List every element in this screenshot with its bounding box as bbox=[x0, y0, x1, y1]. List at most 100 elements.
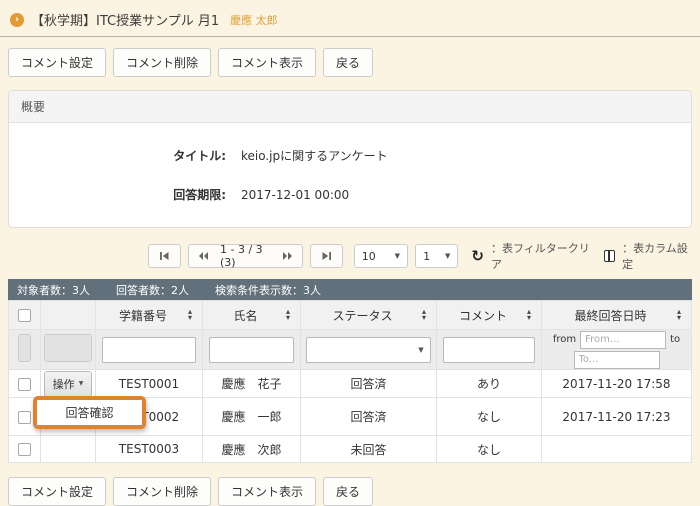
menu-item-answer-check[interactable]: 回答確認 bbox=[37, 400, 142, 425]
survey-title-row: タイトル: keio.jpに関するアンケート bbox=[9, 147, 691, 164]
student-id-filter-input[interactable] bbox=[102, 337, 195, 363]
date-to-input[interactable] bbox=[574, 351, 660, 369]
chevron-circle-icon: › bbox=[10, 13, 24, 27]
page-step-group: 1 - 3 / 3 (3) bbox=[188, 244, 303, 268]
overview-panel-body: タイトル: keio.jpに関するアンケート 回答期限: 2017-12-01 … bbox=[9, 123, 691, 227]
comment-delete-button[interactable]: コメント削除 bbox=[113, 477, 211, 506]
status-cell: 回答済 bbox=[301, 398, 437, 436]
filter-checkbox-cell bbox=[9, 330, 41, 370]
name-cell: 慶應 一郎 bbox=[203, 398, 301, 436]
filter-comment-cell bbox=[437, 330, 542, 370]
back-button[interactable]: 戻る bbox=[323, 477, 373, 506]
table-row: TEST0003 慶應 次郎 未回答 なし bbox=[9, 436, 692, 463]
row-checkbox[interactable] bbox=[18, 443, 31, 456]
student-id-cell: TEST0001 bbox=[96, 370, 203, 398]
pagination-bar: 1 - 3 / 3 (3) 10 ▼ 1 ▼ ↻ ：表フィルタークリア ：表カラ… bbox=[148, 240, 692, 272]
comment-cell: あり bbox=[437, 370, 542, 398]
overview-panel: 概要 タイトル: keio.jpに関するアンケート 回答期限: 2017-12-… bbox=[8, 90, 692, 228]
last-response-cell bbox=[542, 436, 692, 463]
status-header[interactable]: ステータス bbox=[301, 301, 437, 330]
comment-set-button[interactable]: コメント設定 bbox=[8, 477, 106, 506]
sort-icon[interactable] bbox=[188, 309, 192, 321]
first-page-button[interactable] bbox=[148, 244, 181, 268]
filter-stub bbox=[18, 334, 31, 362]
filter-student-id-cell bbox=[96, 330, 203, 370]
row-action-button[interactable]: 操作▼ bbox=[44, 371, 93, 397]
back-button[interactable]: 戻る bbox=[323, 48, 373, 77]
last-response-header[interactable]: 最終回答日時 bbox=[542, 301, 692, 330]
survey-deadline-row: 回答期限: 2017-12-01 00:00 bbox=[9, 186, 691, 203]
chevron-down-icon: ▼ bbox=[395, 252, 400, 260]
filter-stub bbox=[44, 334, 92, 362]
respondent-count: 回答者数：2人 bbox=[116, 282, 189, 298]
page-header: › 【秋学期】ITC授業サンプル 月1 慶應 太郎 bbox=[0, 0, 700, 36]
page-title: 【秋学期】ITC授業サンプル 月1 bbox=[31, 10, 219, 29]
student-id-header[interactable]: 学籍番号 bbox=[96, 301, 203, 330]
row-checkbox[interactable] bbox=[18, 378, 31, 391]
summary-bar: 対象者数：3人 回答者数：2人 検索条件表示数：3人 bbox=[8, 279, 692, 300]
sort-icon[interactable] bbox=[286, 309, 290, 321]
chevron-down-icon: ▼ bbox=[418, 346, 423, 354]
comment-header[interactable]: コメント bbox=[437, 301, 542, 330]
page-size-select[interactable]: 10 ▼ bbox=[354, 244, 408, 268]
name-header[interactable]: 氏名 bbox=[203, 301, 301, 330]
instructor-name: 慶應 太郎 bbox=[230, 12, 278, 28]
filter-status-cell: ▼ bbox=[301, 330, 437, 370]
filter-action-cell bbox=[41, 330, 96, 370]
filter-clear-icon[interactable]: ↻ bbox=[471, 249, 484, 264]
column-config-label: ：表カラム設定 bbox=[622, 240, 692, 272]
last-page-button[interactable] bbox=[310, 244, 343, 268]
action-column-header bbox=[41, 301, 96, 330]
action-dropdown-annotation-highlight: 回答確認 bbox=[33, 396, 146, 429]
bottom-toolbar: コメント設定 コメント削除 コメント表示 戻る bbox=[0, 463, 700, 506]
top-toolbar: コメント設定 コメント削除 コメント表示 戻る bbox=[0, 37, 700, 77]
prev-page-button[interactable] bbox=[189, 247, 218, 265]
page-range-label: 1 - 3 / 3 (3) bbox=[218, 243, 273, 269]
status-cell: 回答済 bbox=[301, 370, 437, 398]
table-filter-row: ▼ from to bbox=[9, 330, 692, 370]
target-count: 対象者数：3人 bbox=[17, 282, 90, 298]
student-id-cell: TEST0003 bbox=[96, 436, 203, 463]
table-header-row: 学籍番号 氏名 ステータス コメント 最終回答日時 bbox=[9, 301, 692, 330]
sort-icon[interactable] bbox=[677, 309, 681, 321]
select-all-checkbox[interactable] bbox=[18, 309, 31, 322]
sort-icon[interactable] bbox=[527, 309, 531, 321]
page-size-value: 10 bbox=[362, 250, 376, 263]
comment-filter-input[interactable] bbox=[443, 337, 535, 363]
filter-clear-label: ：表フィルタークリア bbox=[491, 240, 591, 272]
sort-icon[interactable] bbox=[422, 309, 426, 321]
date-from-label: from bbox=[553, 334, 576, 345]
survey-deadline-label: 回答期限: bbox=[9, 186, 241, 203]
date-from-input[interactable] bbox=[580, 331, 666, 349]
date-to-label: to bbox=[670, 334, 680, 345]
name-filter-input[interactable] bbox=[209, 337, 294, 363]
comment-cell: なし bbox=[437, 398, 542, 436]
respondent-table-wrap: 学籍番号 氏名 ステータス コメント 最終回答日時 ▼ bbox=[8, 300, 692, 463]
last-response-cell: 2017-11-20 17:58 bbox=[542, 370, 692, 398]
select-all-header[interactable] bbox=[9, 301, 41, 330]
comment-cell: なし bbox=[437, 436, 542, 463]
comment-set-button[interactable]: コメント設定 bbox=[8, 48, 106, 77]
column-config-icon[interactable] bbox=[604, 250, 615, 262]
name-cell: 慶應 花子 bbox=[203, 370, 301, 398]
comment-show-button[interactable]: コメント表示 bbox=[218, 48, 316, 77]
chevron-down-icon: ▼ bbox=[79, 380, 84, 387]
status-cell: 未回答 bbox=[301, 436, 437, 463]
filter-date-cell: from to bbox=[542, 330, 692, 370]
status-filter-select[interactable]: ▼ bbox=[306, 337, 430, 363]
survey-title-label: タイトル: bbox=[9, 147, 241, 164]
survey-title-value: keio.jpに関するアンケート bbox=[241, 147, 388, 164]
page-number-select[interactable]: 1 ▼ bbox=[415, 244, 458, 268]
survey-deadline-value: 2017-12-01 00:00 bbox=[241, 188, 349, 202]
next-page-button[interactable] bbox=[273, 247, 302, 265]
row-checkbox[interactable] bbox=[18, 411, 31, 424]
comment-delete-button[interactable]: コメント削除 bbox=[113, 48, 211, 77]
overview-panel-title: 概要 bbox=[9, 91, 691, 123]
chevron-down-icon: ▼ bbox=[445, 252, 450, 260]
page-number-value: 1 bbox=[423, 250, 430, 263]
name-cell: 慶應 次郎 bbox=[203, 436, 301, 463]
comment-show-button[interactable]: コメント表示 bbox=[218, 477, 316, 506]
respondent-table: 学籍番号 氏名 ステータス コメント 最終回答日時 ▼ bbox=[8, 300, 692, 463]
filter-name-cell bbox=[203, 330, 301, 370]
filtered-count: 検索条件表示数：3人 bbox=[215, 282, 321, 298]
